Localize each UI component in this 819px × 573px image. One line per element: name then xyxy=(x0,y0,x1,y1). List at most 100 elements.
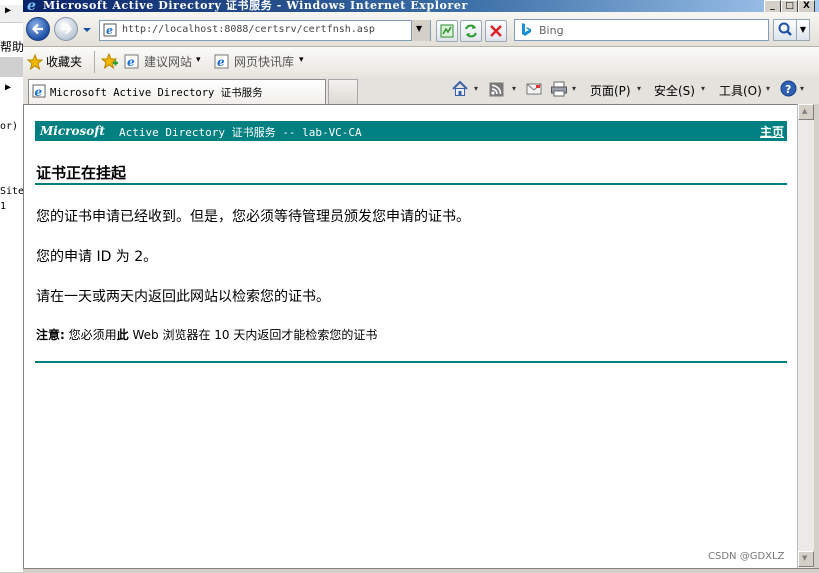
scroll-down-icon: ▼ xyxy=(802,554,808,562)
scroll-up-icon: ▲ xyxy=(802,107,808,115)
page-content: Microsoft Active Directory 证书服务 -- lab-V… xyxy=(23,104,798,570)
read-mail-icon[interactable] xyxy=(526,82,542,96)
page-icon: e xyxy=(32,84,46,99)
chevron-down-icon[interactable]: ▾ xyxy=(299,55,304,65)
chevron-down-icon: ▼ xyxy=(799,25,807,34)
search-input[interactable]: Bing xyxy=(514,19,769,41)
note-text-part: 您必须用 xyxy=(64,328,117,342)
note-text: 注意: 您必须用此 Web 浏览器在 10 天内返回才能检索您的证书 xyxy=(36,326,377,343)
minimize-button[interactable]: _ xyxy=(764,0,781,12)
minimize-icon: _ xyxy=(770,1,775,11)
background-window-row: 帮助 xyxy=(0,35,24,55)
forward-button[interactable] xyxy=(54,17,78,41)
chevron-down-icon[interactable]: ▾ xyxy=(512,84,516,93)
navigation-bar: e http://localhost:8088/certsrv/certfnsh… xyxy=(23,12,819,47)
back-arrow-icon xyxy=(31,23,43,35)
feeds-icon[interactable] xyxy=(489,82,504,97)
svg-text:e: e xyxy=(27,0,36,12)
page-header-bar: Microsoft Active Directory 证书服务 -- lab-V… xyxy=(35,121,787,141)
maximize-button[interactable]: □ xyxy=(781,0,798,12)
ie-logo-icon: e xyxy=(27,0,36,12)
scroll-up-button[interactable]: ▲ xyxy=(798,104,814,120)
background-window-row xyxy=(0,57,23,77)
search-options-button[interactable]: ▼ xyxy=(796,19,810,41)
window-border xyxy=(814,104,819,572)
svg-text:?: ? xyxy=(785,83,791,96)
status-bar xyxy=(23,568,819,573)
note-text-part: Web 浏览器在 10 天内返回才能检索您的证书 xyxy=(128,328,378,342)
address-dropdown-button[interactable]: ▼ xyxy=(411,20,430,41)
background-fragment-text: 1 xyxy=(0,201,7,212)
background-arrow-icon: ▶ xyxy=(5,5,12,16)
chevron-down-icon[interactable]: ▾ xyxy=(701,84,705,93)
chevron-down-icon[interactable]: ▾ xyxy=(196,55,201,65)
message-received-text: 您的证书申请已经收到。但是，您必须等待管理员颁发您申请的证书。 xyxy=(36,209,470,225)
close-button[interactable]: X xyxy=(798,0,815,12)
safety-menu[interactable]: 安全(S) xyxy=(654,82,695,99)
bing-logo-icon xyxy=(522,23,531,36)
background-arrow-icon: ▶ xyxy=(5,82,12,93)
web-slice-gallery-link[interactable]: 网页快讯库 xyxy=(234,53,294,70)
address-input[interactable]: e http://localhost:8088/certsrv/certfnsh… xyxy=(99,20,431,41)
background-fragment-text: or) xyxy=(0,121,19,132)
web-slice-icon: e xyxy=(214,54,229,69)
background-window-strip: ▶ 帮助 ▶ or) Site 1 xyxy=(0,0,25,572)
compatibility-view-icon xyxy=(440,24,454,38)
help-icon[interactable]: ? xyxy=(780,80,797,97)
tab-certificate-services[interactable]: e Microsoft Active Directory 证书服务 xyxy=(28,79,326,104)
header-service-name: Active Directory 证书服务 -- lab-VC-CA xyxy=(119,126,362,139)
chevron-down-icon[interactable]: ▾ xyxy=(474,84,478,93)
home-link[interactable]: 主页 xyxy=(760,123,784,140)
return-instruction-text: 请在一天或两天内返回此网站以检索您的证书。 xyxy=(36,289,330,305)
svg-text:e: e xyxy=(127,55,135,69)
background-window-row: ▶ xyxy=(0,5,23,23)
suggested-sites-icon: e xyxy=(124,54,139,69)
stop-icon xyxy=(490,25,502,37)
tab-label: Microsoft Active Directory 证书服务 xyxy=(50,87,263,99)
search-button[interactable] xyxy=(773,19,797,41)
bottom-divider xyxy=(35,361,787,363)
window-title: Microsoft Active Directory 证书服务 - Window… xyxy=(43,0,468,12)
back-button[interactable] xyxy=(26,17,50,41)
page-title: 证书正在挂起 xyxy=(36,164,127,182)
scroll-down-button[interactable]: ▼ xyxy=(798,551,814,567)
compatibility-view-button[interactable] xyxy=(436,20,458,42)
request-id-text: 您的申请 ID 为 2。 xyxy=(36,249,158,265)
favorites-star-icon xyxy=(27,54,43,70)
svg-text:e: e xyxy=(217,55,225,69)
note-text-emphasis: 此 xyxy=(116,328,129,342)
add-to-favorites-icon[interactable] xyxy=(101,53,119,71)
chevron-down-icon[interactable]: ▾ xyxy=(572,84,576,93)
svg-text:e: e xyxy=(35,85,43,99)
tools-menu[interactable]: 工具(O) xyxy=(719,82,762,99)
tab-and-command-bar: e Microsoft Active Directory 证书服务 ▾ ▾ ▾ … xyxy=(23,77,819,105)
title-divider xyxy=(35,183,787,185)
new-tab-button[interactable] xyxy=(328,79,358,104)
chevron-down-icon[interactable]: ▾ xyxy=(637,84,641,93)
window-title-bar[interactable]: e Microsoft Active Directory 证书服务 - Wind… xyxy=(23,0,819,12)
maximize-icon: □ xyxy=(785,1,794,11)
svg-text:e: e xyxy=(106,24,113,37)
suggested-sites-link[interactable]: 建议网站 xyxy=(144,53,192,70)
watermark-text: CSDN @GDXLZ xyxy=(708,551,785,562)
background-window-row: ▶ xyxy=(0,78,23,102)
background-fragment-text: Site xyxy=(0,186,25,197)
recent-pages-dropdown-icon[interactable] xyxy=(82,26,92,34)
chevron-down-icon[interactable]: ▾ xyxy=(766,84,770,93)
toolbar-divider xyxy=(94,51,95,73)
home-icon[interactable] xyxy=(451,80,469,98)
refresh-icon xyxy=(465,24,477,38)
page-menu[interactable]: 页面(P) xyxy=(590,82,631,99)
vertical-scrollbar[interactable]: ▲ ▼ xyxy=(797,104,815,568)
search-placeholder: Bing xyxy=(539,24,564,37)
refresh-button[interactable] xyxy=(460,20,482,42)
page-icon: e xyxy=(103,23,117,37)
chevron-down-icon[interactable]: ▾ xyxy=(800,84,804,93)
print-icon[interactable] xyxy=(550,80,568,98)
close-icon: X xyxy=(803,1,810,11)
stop-button[interactable] xyxy=(485,20,507,42)
note-label: 注意: xyxy=(36,328,65,342)
favorites-button[interactable]: 收藏夹 xyxy=(46,53,82,70)
header-brand: Microsoft xyxy=(40,124,105,138)
search-icon xyxy=(778,22,792,36)
